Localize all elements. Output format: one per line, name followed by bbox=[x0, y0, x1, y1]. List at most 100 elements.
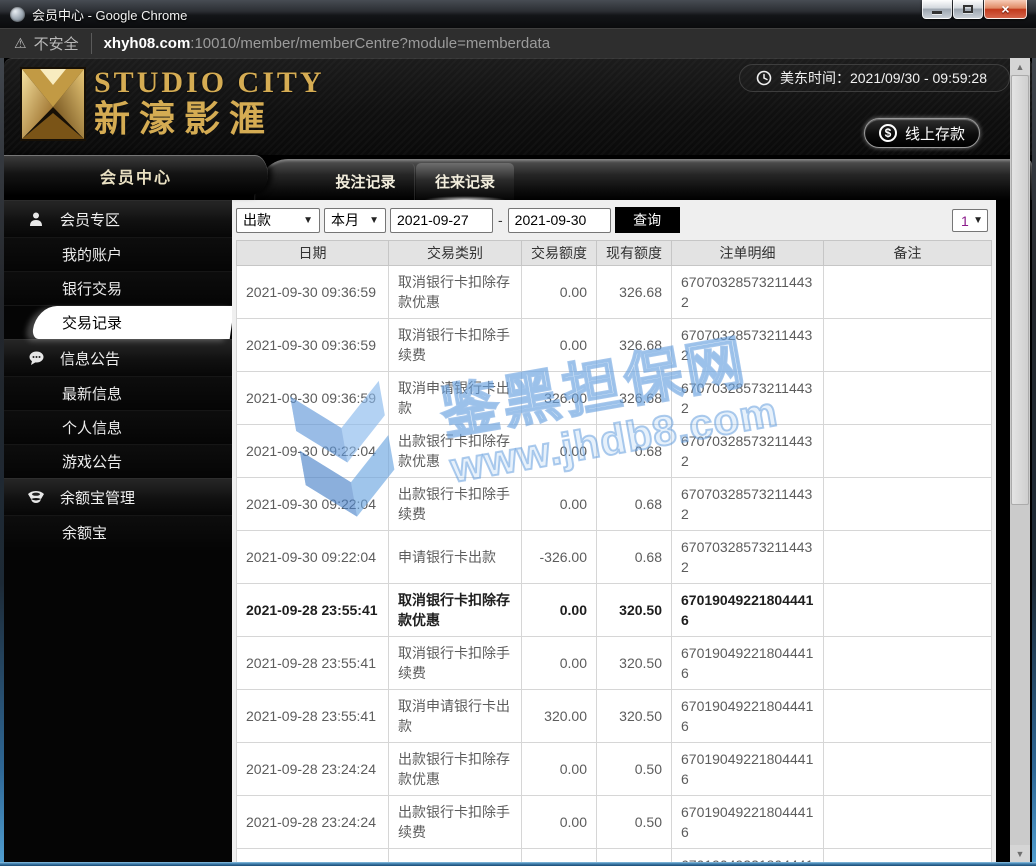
online-deposit-button[interactable]: $ 线上存款 bbox=[863, 118, 980, 148]
sidebar-item-my-account[interactable]: 我的账户 bbox=[4, 237, 232, 271]
cell-type: 申请银行卡出款 bbox=[388, 848, 522, 862]
transactions-table: 日期 交易类别 交易额度 现有额度 注单明细 备注 2021-09-30 09:… bbox=[236, 240, 992, 862]
studio-city-x-logo-icon bbox=[20, 67, 86, 141]
address-bar[interactable]: ⚠ 不安全 xhyh08.com:10010/member/memberCent… bbox=[0, 28, 1036, 58]
maximize-icon bbox=[963, 5, 973, 13]
sidebar-item-bank-transactions[interactable]: 银行交易 bbox=[4, 271, 232, 305]
minimize-button[interactable] bbox=[922, 0, 952, 19]
cell-note bbox=[823, 795, 992, 849]
date-to-input[interactable] bbox=[507, 207, 611, 233]
cell-amount: 0.00 bbox=[521, 583, 597, 637]
cell-note bbox=[823, 848, 992, 862]
scroll-up-arrow-icon[interactable]: ▲ bbox=[1010, 58, 1030, 75]
cell-note bbox=[823, 583, 992, 637]
cell-type: 取消银行卡扣除手续费 bbox=[388, 636, 522, 690]
cell-amount: 0.00 bbox=[521, 424, 597, 478]
query-button[interactable]: 查询 bbox=[614, 207, 680, 233]
brand-name-en: STUDIO CITY bbox=[94, 66, 325, 99]
server-time-display: 美东时间：2021/09/30 - 09:59:28 bbox=[738, 64, 1010, 92]
col-type: 交易类别 bbox=[388, 240, 522, 266]
site-header: STUDIO CITY 新濠影滙 美东时间：2021/09/30 - 09:59… bbox=[4, 58, 1032, 155]
member-centre-label: 会员中心 bbox=[99, 169, 172, 187]
cell-date: 2021-09-28 23:55:41 bbox=[236, 583, 389, 637]
cell-type: 申请银行卡出款 bbox=[388, 530, 522, 584]
brand-name-cn: 新濠影滙 bbox=[94, 98, 275, 139]
cell-type: 取消银行卡扣除存款优惠 bbox=[388, 583, 522, 637]
cell-date: 2021-09-30 09:36:59 bbox=[236, 371, 389, 425]
cell-type: 取消银行卡扣除存款优惠 bbox=[388, 265, 522, 319]
cell-date: 2021-09-28 23:24:24 bbox=[236, 848, 389, 862]
col-note: 备注 bbox=[823, 240, 992, 266]
cell-note bbox=[823, 371, 992, 425]
logo-text: STUDIO CITY 新濠影滙 bbox=[94, 67, 325, 139]
sidebar-item-latest-info[interactable]: 最新信息 bbox=[4, 376, 232, 410]
period-select[interactable]: 本月 ▼ bbox=[324, 207, 386, 233]
scroll-down-arrow-icon[interactable]: ▼ bbox=[1010, 845, 1030, 862]
cell-balance: 326.68 bbox=[596, 265, 672, 319]
cell-detail: 670190492218044416 bbox=[671, 795, 824, 849]
sidebar-item-yuebao[interactable]: 余额宝 bbox=[4, 515, 232, 549]
table-row: 2021-09-28 23:24:24 出款银行卡扣除存款优惠 0.00 0.5… bbox=[236, 742, 992, 796]
transaction-type-select[interactable]: 出款 ▼ bbox=[236, 207, 320, 233]
cell-note bbox=[823, 742, 992, 796]
sidebar-item-personal-info[interactable]: 个人信息 bbox=[4, 410, 232, 444]
tab-row: 投注记录 往来记录 会员中心 bbox=[4, 155, 1032, 204]
cell-date: 2021-09-30 09:22:04 bbox=[236, 424, 389, 478]
window-titlebar[interactable]: 会员中心 - Google Chrome × bbox=[0, 0, 1036, 28]
window-border-left bbox=[0, 58, 4, 866]
maximize-button[interactable] bbox=[953, 0, 983, 19]
member-centre-header[interactable]: 会员中心 bbox=[4, 155, 268, 196]
url-text: xhyh08.com:10010/member/memberCentre?mod… bbox=[104, 35, 550, 52]
cell-date: 2021-09-30 09:36:59 bbox=[236, 265, 389, 319]
col-amount: 交易额度 bbox=[521, 240, 597, 266]
window-border-right bbox=[1032, 58, 1036, 866]
cell-note bbox=[823, 689, 992, 743]
sidebar-section-yuebao-management[interactable]: 余额宝管理 bbox=[4, 478, 232, 515]
table-row: 2021-09-30 09:22:04 出款银行卡扣除存款优惠 0.00 0.6… bbox=[236, 424, 992, 478]
site-logo[interactable]: STUDIO CITY 新濠影滙 bbox=[20, 67, 325, 141]
col-balance: 现有额度 bbox=[596, 240, 672, 266]
table-row: 2021-09-30 09:36:59 取消银行卡扣除手续费 0.00 326.… bbox=[236, 318, 992, 372]
sidebar-section-member-zone[interactable]: 会员专区 bbox=[4, 200, 232, 237]
cell-type: 出款银行卡扣除存款优惠 bbox=[388, 742, 522, 796]
not-secure-warning-icon: ⚠ bbox=[14, 35, 27, 51]
tab-betting-records[interactable]: 投注记录 bbox=[317, 163, 415, 200]
cell-detail: 670190492218044416 bbox=[671, 636, 824, 690]
cell-date: 2021-09-30 09:22:04 bbox=[236, 477, 389, 531]
cell-note bbox=[823, 530, 992, 584]
cell-detail: 670190492218044416 bbox=[671, 742, 824, 796]
cell-note bbox=[823, 636, 992, 690]
cell-date: 2021-09-30 09:22:04 bbox=[236, 530, 389, 584]
cell-detail: 670703285732114432 bbox=[671, 424, 824, 478]
scrollbar-thumb[interactable] bbox=[1011, 75, 1029, 505]
close-button[interactable]: × bbox=[984, 0, 1027, 19]
date-from-input[interactable] bbox=[390, 207, 493, 233]
table-header-row: 日期 交易类别 交易额度 现有额度 注单明细 备注 bbox=[236, 240, 992, 266]
sidebar-section-announcements[interactable]: 信息公告 bbox=[4, 339, 232, 376]
cell-detail: 670703285732114432 bbox=[671, 265, 824, 319]
cell-detail: 670190492218044416 bbox=[671, 689, 824, 743]
tab-transaction-records[interactable]: 往来记录 bbox=[416, 163, 514, 204]
cell-balance: 326.68 bbox=[596, 371, 672, 425]
cell-amount: -320.00 bbox=[521, 848, 597, 862]
cell-detail: 670703285732114432 bbox=[671, 477, 824, 531]
chevron-down-icon: ▼ bbox=[303, 214, 313, 226]
cell-amount: 326.00 bbox=[521, 371, 597, 425]
vertical-scrollbar[interactable]: ▲ ▼ bbox=[1010, 58, 1030, 862]
cell-type: 出款银行卡扣除手续费 bbox=[388, 477, 522, 531]
user-icon bbox=[26, 210, 46, 228]
sidebar-item-game-announcements[interactable]: 游戏公告 bbox=[4, 444, 232, 478]
table-row: 2021-09-28 23:55:41 取消银行卡扣除手续费 0.00 320.… bbox=[236, 636, 992, 690]
sidebar-item-transaction-records[interactable]: 交易记录 bbox=[4, 305, 232, 339]
cell-note bbox=[823, 318, 992, 372]
window-title: 会员中心 - Google Chrome bbox=[32, 7, 188, 23]
cell-amount: 0.00 bbox=[521, 477, 597, 531]
sidebar-nav: 会员专区 我的账户 银行交易 交易记录 信息公告 最新信息 个人信息 游戏公告 … bbox=[4, 200, 232, 862]
ingot-icon bbox=[26, 488, 46, 506]
cell-type: 取消申请银行卡出款 bbox=[388, 689, 522, 743]
cell-date: 2021-09-28 23:55:41 bbox=[236, 689, 389, 743]
col-date: 日期 bbox=[236, 240, 389, 266]
page-number-select[interactable]: 1 ▼ bbox=[952, 209, 988, 232]
server-time-label: 美东时间：2021/09/30 - 09:59:28 bbox=[779, 70, 987, 86]
date-range-separator: - bbox=[498, 212, 503, 228]
